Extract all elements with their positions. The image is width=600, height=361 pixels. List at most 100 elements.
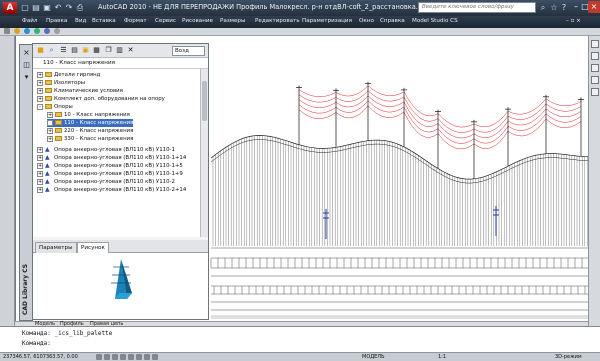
expand-icon[interactable]: +	[37, 71, 43, 78]
snap-icon[interactable]	[96, 354, 102, 360]
grid-icon[interactable]	[104, 354, 110, 360]
tree-node[interactable]: +10 - Класс напряжения	[47, 111, 130, 119]
expand-icon[interactable]: +	[37, 146, 43, 153]
tree-vertical-scrollbar[interactable]	[200, 69, 208, 237]
command-prompt[interactable]: Команда:	[22, 340, 51, 348]
plot-icon[interactable]: ⎙	[75, 2, 85, 13]
expand-icon[interactable]: +	[37, 170, 43, 177]
expand-icon[interactable]: +	[37, 87, 43, 94]
expand-icon[interactable]: +	[37, 178, 43, 185]
list-item[interactable]: + ▲ Опора анкерно-угловая (ВЛ110 кВ) У110-…	[37, 170, 183, 178]
menu-edit[interactable]: Правка	[46, 18, 67, 24]
scroll-thumb[interactable]	[202, 81, 207, 121]
menu-modify[interactable]: Редактировать	[255, 18, 300, 24]
tree-node[interactable]: +110 - Класс напряжения	[47, 119, 134, 127]
command-line[interactable]: Команда: _ics_lib_palette Команда:	[0, 326, 600, 352]
expand-icon[interactable]: +	[37, 79, 43, 86]
tab-picture[interactable]: Рисунок	[77, 242, 109, 253]
help-icon[interactable]: ?	[559, 2, 569, 13]
binoculars-icon[interactable]: ⌕	[538, 2, 548, 13]
menu-insert[interactable]: Вставка	[92, 18, 116, 24]
tree-node[interactable]: + Изоляторы	[37, 79, 85, 87]
folder-icon	[45, 96, 52, 101]
ortho-icon[interactable]	[112, 354, 118, 360]
list-view-icon[interactable]: ☰	[59, 46, 68, 55]
menu-dimension[interactable]: Размеры	[220, 18, 245, 24]
ducs-icon[interactable]	[144, 354, 150, 360]
menu-parametric[interactable]: Параметризация	[302, 18, 352, 24]
list-item[interactable]: + ▲ Опора анкерно-угловая (ВЛ110 кВ) У110-…	[37, 178, 175, 186]
tab-parameters[interactable]: Параметры	[35, 242, 77, 253]
expand-icon[interactable]: +	[47, 135, 53, 142]
otrack-icon[interactable]	[136, 354, 142, 360]
annotation-scale[interactable]: 1:1	[438, 354, 446, 360]
palette-autohide-icon[interactable]: ◫	[22, 61, 31, 70]
lineweight-icon[interactable]	[44, 28, 50, 34]
toolbar-grip-icon[interactable]	[4, 28, 10, 34]
dyn-icon[interactable]	[152, 354, 158, 360]
search-icon[interactable]: ⌕	[47, 46, 56, 55]
expand-icon[interactable]: +	[47, 111, 53, 118]
search-input[interactable]: Введите ключевое слово/фразу	[418, 2, 536, 13]
properties-icon[interactable]: ▦	[92, 46, 101, 55]
tree-node[interactable]: +330 - Класс напряжения	[47, 135, 133, 143]
menu-view[interactable]: Вид	[75, 18, 86, 24]
palette-properties-icon[interactable]: ▾	[22, 73, 31, 82]
expand-icon[interactable]: +	[37, 186, 43, 193]
tree-node[interactable]: + Климатические условия	[37, 87, 123, 95]
star-icon[interactable]: ☆	[549, 2, 559, 13]
expand-icon[interactable]: +	[37, 95, 43, 102]
menu-format[interactable]: Формат	[124, 18, 147, 24]
copy-icon[interactable]: ❐	[104, 46, 113, 55]
close-button[interactable]: ×	[588, 1, 600, 13]
new-icon[interactable]: ▢	[20, 2, 30, 13]
showmotion-icon[interactable]	[591, 88, 599, 96]
undo-icon[interactable]: ↶	[53, 2, 63, 13]
redo-icon[interactable]: ↷	[64, 2, 74, 13]
menu-help[interactable]: Справка	[380, 18, 405, 24]
autocad-app-icon[interactable]: A	[3, 2, 17, 14]
expand-icon[interactable]: +	[47, 119, 53, 126]
menu-window[interactable]: Окно	[359, 18, 374, 24]
workspace-switch[interactable]: 3D-режим	[555, 354, 582, 360]
model-space-label[interactable]: МОДЕЛЬ	[362, 354, 385, 360]
linetype-icon[interactable]	[34, 28, 40, 34]
list-item[interactable]: + ▲ Опора анкерно-угловая (ВЛ110 кВ) У110-…	[37, 162, 183, 170]
tree-node[interactable]: +220 - Класс напряжения	[47, 127, 133, 135]
expand-icon[interactable]: +	[47, 127, 53, 134]
folder-icon	[55, 136, 62, 141]
menu-restore-icon[interactable]: – ▫ ×	[566, 18, 581, 24]
paste-icon[interactable]: ▥	[115, 46, 124, 55]
pan-icon[interactable]	[591, 52, 599, 60]
collapse-icon[interactable]: -	[37, 103, 43, 110]
menu-model-studio[interactable]: Model Studio CS	[412, 18, 458, 24]
save-icon[interactable]: ▣	[42, 2, 52, 13]
expand-icon[interactable]: +	[37, 154, 43, 161]
layer-icon[interactable]	[14, 28, 20, 34]
tree-node[interactable]: + Детали гирлянд	[37, 71, 100, 79]
tree-node[interactable]: - Опоры	[37, 103, 73, 111]
menu-file[interactable]: Файл	[22, 18, 37, 24]
command-history: Команда: _ics_lib_palette	[22, 330, 113, 337]
delete-icon[interactable]: ✕	[126, 46, 135, 55]
tree-view-icon[interactable]: ▤	[70, 46, 79, 55]
palette-close-icon[interactable]: ×	[22, 48, 31, 57]
menu-tools[interactable]: Сервис	[155, 18, 176, 24]
tree-node[interactable]: + Комплект доп. оборудования на опору	[37, 95, 165, 103]
polar-icon[interactable]	[120, 354, 126, 360]
list-item[interactable]: + ▲ Опора анкерно-угловая (ВЛ110 кВ) У110-…	[37, 186, 186, 194]
menu-draw[interactable]: Рисование	[182, 18, 213, 24]
expand-icon[interactable]: +	[37, 162, 43, 169]
list-item[interactable]: + ▲ Опора анкерно-угловая (ВЛ110 кВ) У110-…	[37, 146, 175, 154]
new-folder-icon[interactable]: ▣	[81, 46, 90, 55]
folder-icon[interactable]: ■	[36, 46, 45, 55]
osnap-icon[interactable]	[128, 354, 134, 360]
orbit-icon[interactable]	[591, 76, 599, 84]
list-item[interactable]: + ▲ Опора анкерно-угловая (ВЛ110 кВ) У110-…	[37, 154, 186, 162]
view-dropdown[interactable]: Возд	[172, 46, 205, 56]
color-icon[interactable]	[24, 28, 30, 34]
navigation-wheel-icon[interactable]	[591, 40, 599, 48]
plotstyle-icon[interactable]	[54, 28, 60, 34]
zoom-icon[interactable]	[591, 64, 599, 72]
open-icon[interactable]: ▤	[31, 2, 41, 13]
